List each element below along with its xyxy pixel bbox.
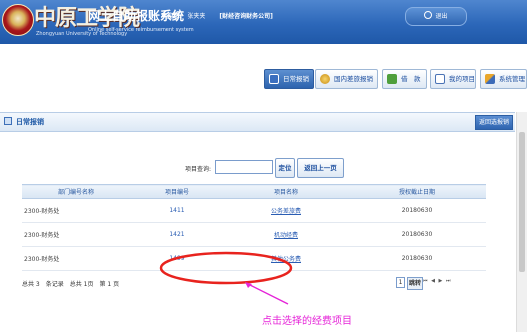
column-header: 项目名称	[224, 184, 348, 199]
section-header: 日常报销 返回选报销	[0, 112, 515, 132]
nav-my-projects[interactable]: 我的项目	[430, 69, 476, 89]
welcome-label: 欢迎您:	[161, 13, 182, 20]
deadline-cell: 20180630	[348, 198, 486, 223]
logout-button[interactable]: 退出	[405, 7, 467, 26]
nav-label: 日常报销	[283, 75, 309, 83]
table-row[interactable]: 2300-财务处 1499 其他公务费 20180630	[22, 246, 486, 271]
project-icon	[435, 74, 445, 84]
pagination-info: 总共 3 条记录 总共 1页第 1 页	[22, 279, 125, 288]
section-list-icon	[4, 117, 12, 125]
app-header: 中原工学院 Zhongyuan University of Technology…	[0, 0, 527, 44]
user-name: 张夹夹	[187, 13, 206, 20]
project-code-cell: 1411	[130, 198, 224, 223]
column-header: 项目编号	[130, 184, 224, 199]
deadline-cell: 20180630	[348, 246, 486, 271]
project-name-link[interactable]: 机动经费	[274, 232, 298, 239]
deadline-cell: 20180630	[348, 222, 486, 247]
settings-pen-icon	[485, 74, 495, 84]
nav-system-admin[interactable]: 系统管理	[480, 69, 527, 89]
vertical-scrollbar[interactable]	[516, 112, 527, 332]
loan-icon	[387, 74, 397, 84]
project-table: 部门编号名称 项目编号 项目名称 授权截止日期 2300-财务处 1411 公务…	[22, 184, 486, 271]
nav-loan[interactable]: 借 款	[382, 69, 427, 89]
column-header: 部门编号名称	[22, 184, 130, 199]
annotation-text: 点击选择的经费项目	[262, 316, 352, 327]
nav-label: 国内差旅报销	[334, 75, 373, 83]
page-number-input[interactable]: 1	[396, 277, 405, 288]
total-records: 总共 3	[22, 281, 40, 288]
dept-cell: 2300-财务处	[22, 222, 130, 247]
table-row[interactable]: 2300-财务处 1411 公务差旅费 20180630	[22, 198, 486, 223]
pagination: 总共 3 条记录 总共 1页第 1 页 1 跳转 ⏮ ◀ ▶ ⏭	[22, 273, 486, 295]
search-label: 项目查询:	[185, 166, 212, 173]
page-nav-arrows[interactable]: ⏮ ◀ ▶ ⏭	[423, 278, 451, 284]
nav-label: 系统管理	[499, 75, 525, 83]
coins-icon	[320, 74, 330, 84]
project-code-cell: 1499	[130, 246, 224, 271]
logout-label: 退出	[435, 13, 448, 20]
current-page: 第 1 页	[99, 281, 120, 288]
system-title-en: Online self-service reimbursement system	[88, 27, 194, 33]
nav-label: 借 款	[401, 75, 421, 83]
table-header-row: 部门编号名称 项目编号 项目名称 授权截止日期	[22, 184, 486, 199]
section-title: 日常报销	[16, 118, 44, 126]
project-name-link[interactable]: 公务差旅费	[271, 208, 301, 215]
prev-page-button[interactable]: 返回上一页	[297, 158, 344, 178]
column-header: 授权截止日期	[348, 184, 486, 199]
project-search-input[interactable]	[215, 160, 273, 174]
nav-label: 我的项目	[449, 75, 475, 83]
go-page-button[interactable]: 跳转	[407, 277, 424, 290]
back-to-select-button[interactable]: 返回选报销	[474, 115, 513, 130]
project-code-cell: 1421	[130, 222, 224, 247]
power-icon	[424, 11, 433, 19]
table-row[interactable]: 2300-财务处 1421 机动经费 20180630	[22, 222, 486, 247]
document-icon	[269, 74, 279, 84]
scrollbar-thumb[interactable]	[519, 132, 525, 272]
nav-daily-reimbursement[interactable]: 日常报销	[264, 69, 314, 89]
welcome-info: 欢迎您: 张夹夹 [财经咨询财务公司]	[161, 11, 273, 20]
locate-button[interactable]: 定位	[275, 158, 295, 178]
school-emblem-icon	[2, 4, 34, 36]
dept-cell: 2300-财务处	[22, 246, 130, 271]
org-name: [财经咨询财务公司]	[219, 13, 273, 20]
total-pages: 总共 1页	[69, 281, 94, 288]
dept-cell: 2300-财务处	[22, 198, 130, 223]
nav-domestic-travel[interactable]: 国内差旅报销	[315, 69, 378, 89]
records-unit: 条记录	[45, 281, 64, 288]
project-name-link[interactable]: 其他公务费	[271, 256, 301, 263]
